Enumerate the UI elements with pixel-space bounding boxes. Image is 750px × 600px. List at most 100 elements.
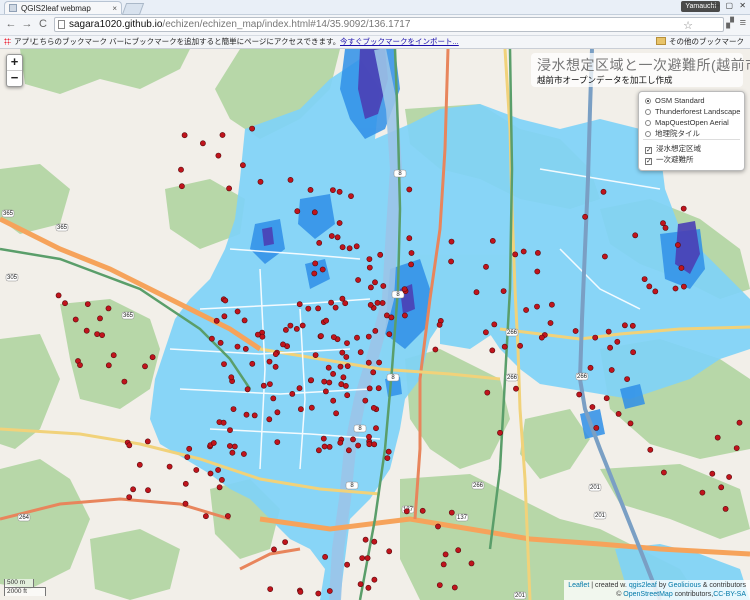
shelter-marker[interactable] <box>215 152 222 159</box>
shelter-marker[interactable] <box>401 286 408 293</box>
shelter-marker[interactable] <box>371 538 378 545</box>
shelter-marker[interactable] <box>512 251 519 258</box>
shelter-marker[interactable] <box>84 301 91 307</box>
shelter-marker[interactable] <box>316 239 323 246</box>
shelter-marker[interactable] <box>534 268 541 275</box>
shelter-marker[interactable] <box>375 385 382 392</box>
shelter-marker[interactable] <box>372 279 378 286</box>
shelter-marker[interactable] <box>605 328 612 335</box>
shelter-marker[interactable] <box>227 427 233 433</box>
shelter-marker[interactable] <box>267 586 274 592</box>
zoom-out-button[interactable]: − <box>7 70 22 86</box>
shelter-marker[interactable] <box>216 484 223 491</box>
shelter-marker[interactable] <box>367 301 374 308</box>
shelter-marker[interactable] <box>83 327 90 334</box>
shelter-marker[interactable] <box>370 404 377 411</box>
shelter-marker[interactable] <box>442 551 449 558</box>
shelter-marker[interactable] <box>97 315 103 322</box>
shelter-marker[interactable] <box>660 220 666 227</box>
shelter-marker[interactable] <box>622 322 628 329</box>
shelter-marker[interactable] <box>326 443 333 450</box>
shelter-marker[interactable] <box>440 561 447 568</box>
shelter-marker[interactable] <box>501 343 508 350</box>
shelter-marker[interactable] <box>379 300 386 306</box>
shelter-marker[interactable] <box>99 332 105 338</box>
shelter-marker[interactable] <box>270 395 277 402</box>
radio-icon[interactable] <box>645 109 651 115</box>
shelter-marker[interactable] <box>359 555 366 561</box>
shelter-marker[interactable] <box>365 584 372 591</box>
shelter-marker[interactable] <box>72 316 79 323</box>
shelter-marker[interactable] <box>357 581 364 588</box>
shelter-marker[interactable] <box>193 467 200 473</box>
shelter-marker[interactable] <box>289 390 296 397</box>
shelter-marker[interactable] <box>370 369 377 376</box>
shelter-marker[interactable] <box>308 377 314 383</box>
shelter-marker[interactable] <box>362 536 369 543</box>
shelter-marker[interactable] <box>355 277 361 283</box>
shelter-marker[interactable] <box>500 288 507 294</box>
shelter-marker[interactable] <box>55 292 62 299</box>
shelter-marker[interactable] <box>321 443 328 450</box>
shelter-marker[interactable] <box>210 440 217 446</box>
shelter-marker[interactable] <box>142 363 148 370</box>
shelter-marker[interactable] <box>326 588 333 594</box>
shelter-marker[interactable] <box>455 547 462 554</box>
shelter-marker[interactable] <box>149 354 156 361</box>
shelter-marker[interactable] <box>221 313 228 320</box>
shelter-marker[interactable] <box>535 249 541 256</box>
shelter-marker[interactable] <box>259 333 266 340</box>
shelter-marker[interactable] <box>355 442 361 449</box>
shelter-marker[interactable] <box>282 326 289 333</box>
shelter-marker[interactable] <box>337 439 344 446</box>
shelter-marker[interactable] <box>105 305 112 312</box>
shelter-marker[interactable] <box>680 205 687 212</box>
shelter-marker[interactable] <box>231 443 238 450</box>
shelter-marker[interactable] <box>593 424 600 431</box>
shelter-marker[interactable] <box>315 447 322 454</box>
shelter-marker[interactable] <box>312 352 319 358</box>
shelter-marker[interactable] <box>572 328 579 334</box>
chrome-menu-icon[interactable]: ≡ <box>740 17 746 29</box>
shelter-marker[interactable] <box>353 243 360 250</box>
shelter-marker[interactable] <box>733 445 740 451</box>
shelter-marker[interactable] <box>366 433 372 440</box>
shelter-marker[interactable] <box>419 507 426 514</box>
shelter-marker[interactable] <box>406 186 413 193</box>
forward-icon[interactable]: → <box>20 18 34 30</box>
shelter-marker[interactable] <box>343 354 350 360</box>
base-layer-mapquest[interactable]: MapQuestOpen Aerial <box>645 117 729 128</box>
shelter-marker[interactable] <box>344 340 350 346</box>
shelter-marker[interactable] <box>299 322 306 329</box>
shelter-marker[interactable] <box>326 379 333 386</box>
shelter-marker[interactable] <box>386 331 393 338</box>
shelter-marker[interactable] <box>699 489 706 496</box>
shelter-marker[interactable] <box>344 561 350 568</box>
shelter-marker[interactable] <box>126 442 133 449</box>
shelter-marker[interactable] <box>260 382 267 389</box>
shelter-marker[interactable] <box>366 441 373 448</box>
tab-close-icon[interactable]: × <box>112 2 117 14</box>
shelter-marker[interactable] <box>178 166 184 173</box>
map-canvas[interactable]: 3653653053658888813713726626626626620120… <box>0 49 750 600</box>
shelter-marker[interactable] <box>240 451 247 457</box>
shelter-marker[interactable] <box>365 359 372 366</box>
shelter-marker[interactable] <box>333 410 339 417</box>
shelter-marker[interactable] <box>305 305 312 312</box>
shelter-marker[interactable] <box>181 132 188 139</box>
shelter-marker[interactable] <box>228 374 235 381</box>
radio-icon[interactable] <box>645 131 651 137</box>
shelter-marker[interactable] <box>224 513 231 519</box>
shelter-marker[interactable] <box>297 406 304 413</box>
reload-icon[interactable]: C <box>36 18 50 30</box>
shelter-marker[interactable] <box>372 327 379 334</box>
shelter-marker[interactable] <box>222 297 229 304</box>
address-bar[interactable]: sagara1020.github.io/echizen/echizen_map… <box>54 17 724 32</box>
shelter-marker[interactable] <box>110 352 117 359</box>
shelter-marker[interactable] <box>266 416 273 423</box>
shelter-marker[interactable] <box>249 125 255 132</box>
shelter-marker[interactable] <box>311 209 318 216</box>
shelter-marker[interactable] <box>337 363 344 370</box>
shelter-marker[interactable] <box>296 301 303 308</box>
shelter-marker[interactable] <box>145 487 151 494</box>
